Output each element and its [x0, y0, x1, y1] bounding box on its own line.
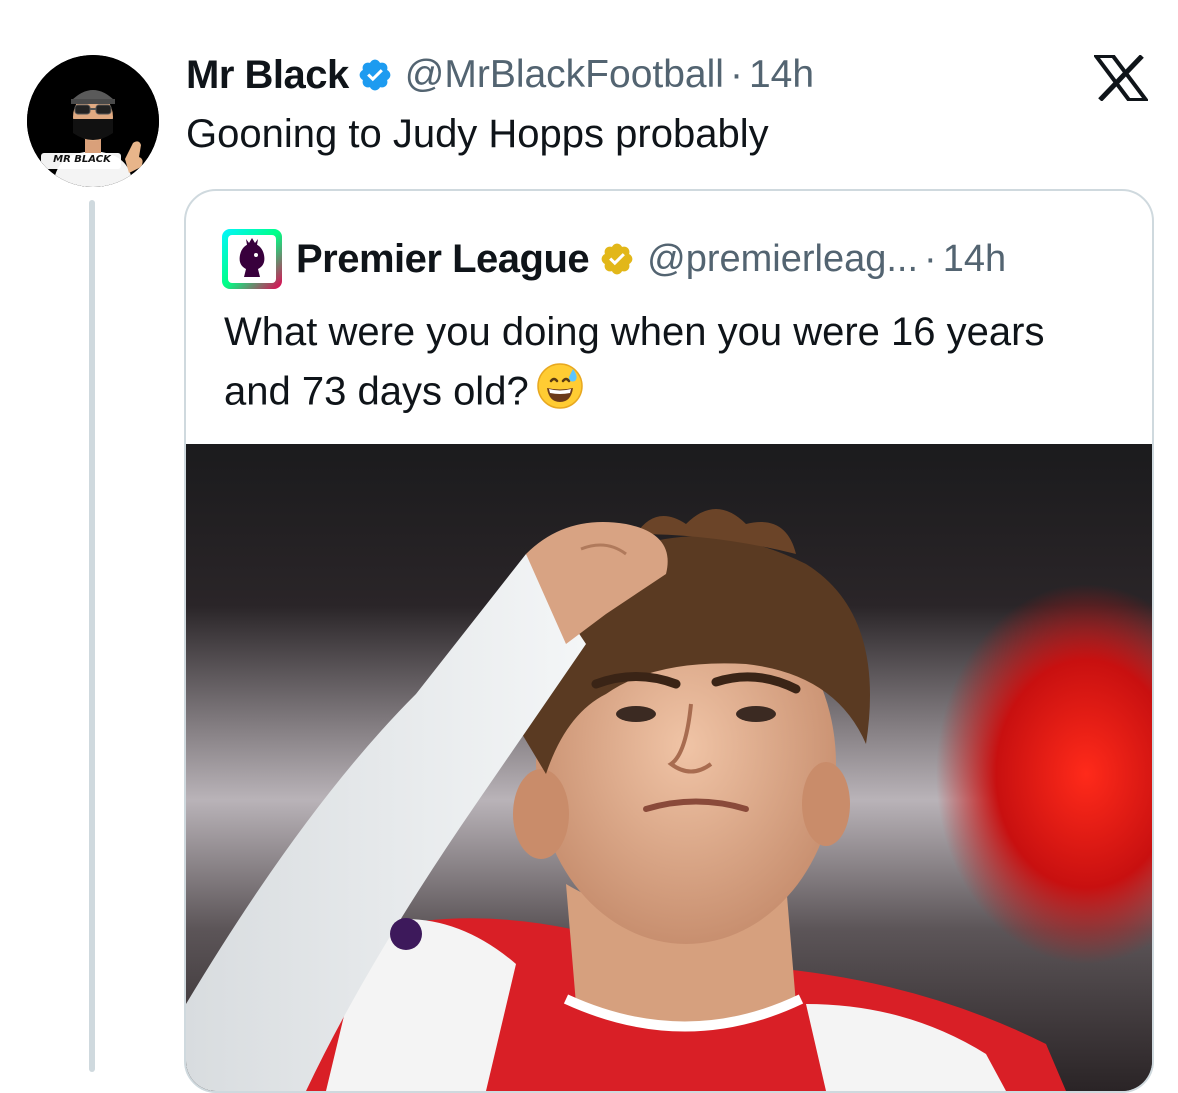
gold-verified-badge-icon[interactable]: [599, 241, 635, 277]
author-display-name[interactable]: Mr Black: [186, 53, 349, 98]
quoted-tweet-header: Premier League @premierleag... · 14h: [296, 231, 1006, 287]
tweet-timestamp[interactable]: 14h: [749, 53, 814, 97]
tweet-text: Gooning to Judy Hopps probably: [186, 112, 769, 156]
avatar-caption: MR BLACK: [53, 154, 111, 165]
quoted-tweet-photo[interactable]: [186, 444, 1152, 1091]
tweet-header: Mr Black @MrBlackFootball · 14h: [186, 50, 814, 100]
quoted-tweet-timestamp[interactable]: 14h: [943, 238, 1006, 281]
grinning-face-with-sweat-icon: [535, 361, 585, 427]
quoted-author-avatar[interactable]: [222, 229, 282, 289]
quoted-separator-dot: ·: [924, 237, 937, 280]
author-avatar[interactable]: MR BLACK: [27, 55, 159, 187]
quoted-author-handle[interactable]: @premierleag...: [647, 238, 918, 281]
separator-dot: ·: [729, 53, 743, 96]
verified-badge-icon[interactable]: [357, 57, 393, 93]
quoted-tweet-text: What were you doing when you were 16 yea…: [224, 310, 1045, 414]
thread-connector-line: [89, 200, 95, 1072]
quoted-tweet-card[interactable]: Premier League @premierleag... · 14h Wha…: [184, 189, 1154, 1093]
x-logo-icon[interactable]: [1092, 54, 1150, 102]
quoted-tweet-text-block: What were you doing when you were 16 yea…: [224, 303, 1104, 427]
avatar-illustration: [27, 55, 159, 187]
author-handle[interactable]: @MrBlackFootball: [405, 53, 724, 97]
premier-league-lion-icon: [222, 229, 282, 289]
quoted-author-display-name[interactable]: Premier League: [296, 237, 590, 282]
